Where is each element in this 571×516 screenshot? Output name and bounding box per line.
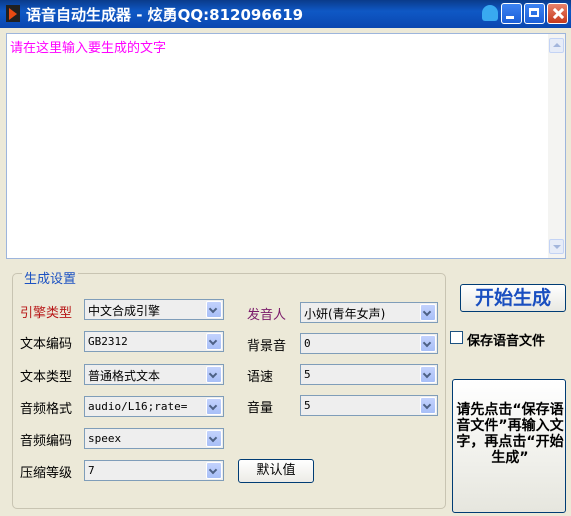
audio-codec-label: 音频编码 [20, 434, 73, 449]
dropdown-arrow-icon[interactable] [206, 398, 222, 415]
text-encoding-value: GB2312 [88, 335, 128, 348]
dropdown-arrow-icon[interactable] [420, 397, 436, 414]
background-sound-select[interactable]: 0 [300, 333, 438, 354]
dropdown-arrow-icon[interactable] [206, 462, 222, 479]
speed-value: 5 [304, 368, 311, 381]
audio-format-value: audio/L16;rate= [88, 400, 188, 413]
save-audio-checkbox-label[interactable]: 保存语音文件 [467, 330, 545, 349]
text-encoding-label: 文本编码 [20, 337, 73, 352]
settings-group-title: 生成设置 [22, 268, 79, 287]
background-sound-value: 0 [304, 337, 311, 350]
dropdown-arrow-icon[interactable] [206, 430, 222, 447]
volume-value: 5 [304, 399, 311, 412]
app-icon [6, 5, 20, 22]
engine-type-select[interactable]: 中文合成引擎 [84, 299, 224, 320]
speed-select[interactable]: 5 [300, 364, 438, 385]
audio-codec-select[interactable]: speex [84, 428, 224, 449]
audio-codec-value: speex [88, 432, 122, 445]
compression-level-select[interactable]: 7 [84, 460, 224, 481]
text-encoding-select[interactable]: GB2312 [84, 331, 224, 352]
maximize-icon[interactable] [524, 3, 545, 24]
speaker-value: 小妍(青年女声) [304, 307, 386, 321]
vertical-scrollbar[interactable] [548, 34, 565, 258]
speaker-select[interactable]: 小妍(青年女声) [300, 302, 438, 323]
dropdown-arrow-icon[interactable] [420, 335, 436, 352]
text-input-placeholder: 请在这里输入要生成的文字 [10, 41, 167, 56]
minimize-icon[interactable] [501, 3, 522, 24]
text-type-select[interactable]: 普通格式文本 [84, 364, 224, 385]
window-title: 语音自动生成器 - 炫勇QQ:812096619 [26, 6, 304, 24]
dropdown-arrow-icon[interactable] [420, 366, 436, 383]
background-sound-label: 背景音 [247, 339, 287, 354]
compression-level-value: 7 [88, 464, 95, 477]
engine-type-value: 中文合成引擎 [88, 304, 161, 318]
instruction-button[interactable]: 请先点击“保存语音文件”再输入文字，再点击“开始生成” [452, 379, 566, 513]
dropdown-arrow-icon[interactable] [420, 304, 436, 321]
audio-format-label: 音频格式 [20, 402, 73, 417]
dropdown-arrow-icon[interactable] [206, 366, 222, 383]
dropdown-arrow-icon[interactable] [206, 301, 222, 318]
audio-format-select[interactable]: audio/L16;rate= [84, 396, 224, 417]
scroll-down-icon[interactable] [549, 239, 564, 254]
text-input-area[interactable]: 请在这里输入要生成的文字 [6, 33, 566, 259]
compression-level-label: 压缩等级 [20, 466, 73, 481]
speaker-label: 发音人 [247, 308, 287, 323]
text-type-label: 文本类型 [20, 370, 73, 385]
app-window: 语音自动生成器 - 炫勇QQ:812096619 请在这里输入要生成的文字 生成… [0, 0, 571, 516]
default-values-button[interactable]: 默认值 [238, 459, 314, 483]
close-icon[interactable] [547, 3, 568, 24]
engine-type-label: 引擎类型 [20, 306, 73, 321]
save-audio-checkbox[interactable] [450, 331, 463, 344]
start-generate-button[interactable]: 开始生成 [460, 284, 566, 312]
text-type-value: 普通格式文本 [88, 369, 161, 383]
instruction-text: 请先点击“保存语音文件”再输入文字，再点击“开始生成” [456, 402, 564, 466]
dropdown-arrow-icon[interactable] [206, 333, 222, 350]
skin-icon[interactable] [482, 5, 498, 21]
title-bar[interactable]: 语音自动生成器 - 炫勇QQ:812096619 [0, 0, 571, 28]
volume-label: 音量 [247, 401, 274, 416]
scroll-up-icon[interactable] [549, 38, 564, 53]
speed-label: 语速 [247, 370, 274, 385]
volume-select[interactable]: 5 [300, 395, 438, 416]
